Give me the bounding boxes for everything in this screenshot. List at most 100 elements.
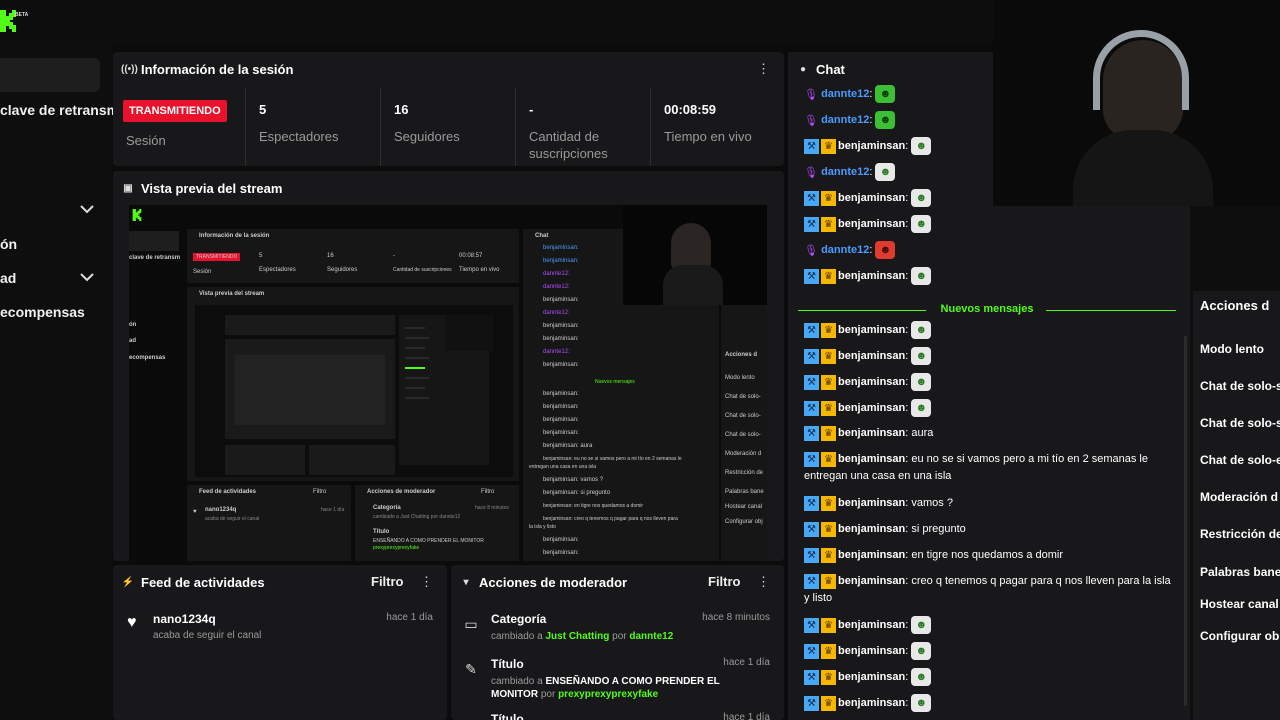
mod-action-option[interactable]: Palabras bane [1200,565,1280,579]
mod-action-option[interactable]: Moderación d [1200,490,1278,504]
stream-preview-video[interactable]: clave de retransm ón ad ecompensas Infor… [129,205,767,561]
chat-username[interactable]: dannte12 [821,244,869,256]
chat-username[interactable]: benjaminsan [838,671,905,683]
desc-text: por [540,689,556,700]
emote-icon: ☻ [875,85,896,103]
mod-action-option[interactable]: Hostear canal [1200,597,1279,611]
mic-badge-icon: 🎙 [804,166,818,179]
mini-recursive-preview [195,305,513,477]
chat-username[interactable]: benjaminsan [838,270,905,282]
more-options-icon[interactable]: ⋮ [757,61,770,77]
mini-search [129,231,179,251]
mini-text: cambiado a Just Chatting por dannte12 [373,514,461,520]
mini-text: acaba de seguir el canal [205,516,260,522]
more-options-icon[interactable]: ⋮ [420,574,433,590]
chat-scrollbar[interactable] [1184,336,1187,706]
filter-button[interactable]: Filtro [708,574,741,589]
mini-text: nano1234q [205,507,237,513]
emote-icon: ☻ [875,241,896,259]
chat-message: 🎙 dannte12: ☻ [804,241,1176,259]
more-options-icon[interactable]: ⋮ [757,574,770,590]
heart-icon: ♥ [127,614,137,631]
chat-username[interactable]: benjaminsan [838,376,905,388]
panel-title: Chat [816,61,845,77]
chat-username[interactable]: benjaminsan [838,549,905,561]
chat-username[interactable]: benjaminsan [838,697,905,709]
chat-colon: : [905,401,909,414]
activity-feed-panel: ⚡ Feed de actividades Filtro ⋮ ♥ nano123… [113,565,447,720]
crown-badge-icon: ♛ [821,400,836,416]
mini-text: Moderación d [725,451,762,457]
chat-colon: : [905,618,909,631]
chevron-down-icon[interactable] [80,270,94,285]
filter-button[interactable]: Filtro [371,574,404,589]
moderator-badge-icon: ⚒ [804,374,819,390]
chat-message: ⚒ ♛ benjaminsan: ☻ [804,694,1176,712]
chat-username[interactable]: benjaminsan [838,619,905,631]
mod-action-title: Título [491,712,524,720]
chat-username[interactable]: benjaminsan [838,453,905,465]
kick-logo[interactable] [0,10,16,32]
moderator-badge-icon: ⚒ [804,322,819,338]
actions-title: Acciones d [1200,298,1270,313]
chat-username[interactable]: benjaminsan [838,218,905,230]
mod-action-option[interactable]: Configurar ob [1200,629,1279,643]
chat-username[interactable]: benjaminsan [838,402,905,414]
chat-username[interactable]: benjaminsan [838,497,905,509]
mod-action-option[interactable]: Chat de solo-e [1200,453,1280,467]
chat-message: ⚒ ♛ benjaminsan: ☻ [804,373,1176,391]
mini-text: benjaminsan: [543,417,579,423]
mini-text: benjaminsan: si pregunto [543,490,611,496]
chat-username[interactable]: dannte12 [821,88,869,100]
mod-action-option[interactable]: Modo lento [1200,342,1264,356]
mini-text: 16 [327,253,334,259]
emote-icon: ☻ [911,373,932,391]
chat-colon: : [869,87,873,100]
mod-action-option[interactable]: Restricción de [1200,527,1280,541]
moderator-badge-icon: ⚒ [804,573,819,589]
mini-text: Chat de solo- [725,432,761,438]
desc-user[interactable]: prexyprexyprexyfake [558,689,658,700]
sidebar-item-stream-key[interactable]: clave de retransm [0,102,119,118]
streamer-body [1073,130,1213,206]
sidebar-search-box[interactable] [0,58,100,92]
chat-colon: : [869,243,873,256]
mini-text: Acciones d [725,352,758,358]
chat-username[interactable]: benjaminsan [838,324,905,336]
mini-heart-icon: ♥ [193,509,197,515]
feed-user[interactable]: nano1234q [153,612,216,626]
sidebar-item-rewards[interactable]: ecompensas [0,304,85,320]
sidebar-item-1[interactable]: ón [0,236,17,252]
mini-text: Configurar obj [725,519,763,525]
chat-username[interactable]: dannte12 [821,114,869,126]
chevron-down-icon[interactable] [80,202,94,217]
chat-username[interactable]: benjaminsan [838,140,905,152]
mini-text: la isla y listo [529,524,556,530]
mini-text: benjaminsan: [543,297,579,303]
chat-message: ⚒ ♛ benjaminsan: ☻ [804,399,1176,417]
moderator-badge-icon: ⚒ [804,617,819,633]
mini-mini-panel [309,445,395,475]
mod-action-option[interactable]: Chat de solo-s [1200,379,1280,393]
emote-icon: ☻ [911,642,932,660]
chat-username[interactable]: benjaminsan [838,192,905,204]
chat-message: ⚒ ♛ benjaminsan: ☻ [804,668,1176,686]
chat-colon: : [905,696,909,709]
mod-action-option[interactable]: Chat de solo-s [1200,416,1280,430]
chat-message: ⚒ ♛ benjaminsan: ☻ [804,215,1176,233]
desc-user[interactable]: dannte12 [629,631,673,642]
moderator-badge-icon: ⚒ [804,521,819,537]
chat-username[interactable]: benjaminsan [838,427,905,439]
mod-action-desc: cambiado a ENSEÑANDO A COMO PRENDER EL M… [491,675,731,701]
panel-header: ((•)) Información de la sesión [113,52,784,86]
chat-username[interactable]: benjaminsan [838,523,905,535]
chat-username[interactable]: benjaminsan [838,575,905,587]
chat-username[interactable]: benjaminsan [838,645,905,657]
stat-label-line: Cantidad de [529,129,600,144]
viewers-count: 5 [259,102,267,117]
emote-icon: ☻ [911,321,932,339]
sidebar-item-2[interactable]: ad [0,270,16,286]
chat-username[interactable]: benjaminsan [838,350,905,362]
mini-sidebar-item: ecompensas [129,355,166,361]
chat-username[interactable]: dannte12 [821,166,869,178]
